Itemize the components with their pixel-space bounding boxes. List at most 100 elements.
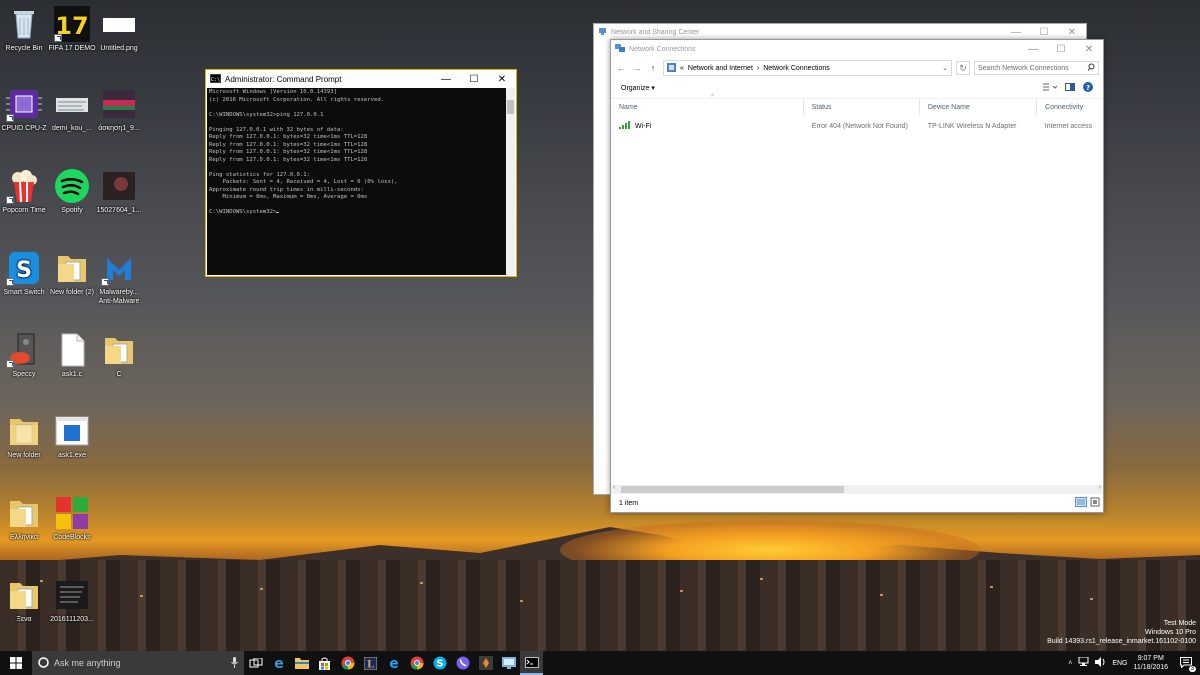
cortana-search-box[interactable]: Ask me anything xyxy=(32,651,244,675)
desktop-icon-askisi1[interactable]: άσκηση1_9... xyxy=(95,86,143,133)
maximize-button[interactable]: ☐ xyxy=(1047,40,1075,58)
breadcrumb-network-and-internet[interactable]: Network and Internet xyxy=(688,65,753,72)
internet-explorer-icon[interactable]: e xyxy=(382,651,405,675)
image-file-icon xyxy=(101,168,137,204)
desktop-icon-ask1-exe[interactable]: ask1.exe xyxy=(48,413,96,460)
desktop-icon-new-folder[interactable]: New folder xyxy=(0,413,48,460)
store-icon[interactable] xyxy=(313,651,336,675)
desktop-icon-ask1-c[interactable]: ask1.c xyxy=(48,332,96,379)
refresh-icon[interactable]: ↻ xyxy=(956,61,970,75)
table-row[interactable]: Wi-Fi Error 404 (Network Not Found) TP-L… xyxy=(611,118,1103,134)
desktop-icon-c-folder[interactable]: C xyxy=(95,332,143,379)
close-button[interactable]: ✕ xyxy=(488,70,516,88)
connection-status: Error 404 (Network Not Found) xyxy=(811,122,908,130)
scrollbar-thumb[interactable] xyxy=(621,486,844,493)
app-launcher-icon[interactable] xyxy=(474,651,497,675)
breadcrumb-separator[interactable]: › xyxy=(757,65,759,72)
desktop-icon-spotify[interactable]: Spotify xyxy=(48,168,96,215)
help-icon[interactable]: ? xyxy=(1083,82,1093,94)
close-button[interactable]: ✕ xyxy=(1058,24,1086,40)
column-header-status[interactable]: Status xyxy=(804,99,920,115)
desktop-icon-demi-kou[interactable]: demi_kou_... xyxy=(48,86,96,133)
league-of-legends-icon[interactable]: L xyxy=(359,651,382,675)
forward-arrow-icon[interactable]: → xyxy=(631,62,643,74)
network-tray-icon[interactable] xyxy=(1078,656,1089,669)
clock[interactable]: 9:07 PM 11/18/2016 xyxy=(1133,654,1168,672)
large-icons-view-icon[interactable] xyxy=(1090,497,1100,509)
scrollbar-thumb[interactable] xyxy=(507,100,514,114)
file-explorer-icon[interactable] xyxy=(290,651,313,675)
folder-icon xyxy=(6,495,42,531)
maximize-button[interactable]: ☐ xyxy=(460,70,488,88)
scroll-left-icon[interactable]: ‹ xyxy=(613,484,615,491)
remote-desktop-icon[interactable] xyxy=(497,651,520,675)
view-options-icon[interactable] xyxy=(1043,83,1058,93)
smart-switch-icon: S xyxy=(6,250,42,286)
task-view-icon[interactable] xyxy=(244,651,267,675)
desktop-icon-ellinika[interactable]: Ελληνικά xyxy=(0,495,48,542)
skype-icon[interactable]: S xyxy=(428,651,451,675)
scroll-right-icon[interactable]: › xyxy=(1099,484,1101,491)
system-tray: ˄ ENG 9:07 PM 11/18/2016 3 xyxy=(1068,651,1200,675)
desktop-icon-cpu-z[interactable]: CPUID CPU-Z xyxy=(0,86,48,133)
cortana-icon xyxy=(38,656,49,670)
preview-pane-icon[interactable] xyxy=(1065,83,1075,93)
address-bar[interactable]: « Network and Internet › Network Connect… xyxy=(663,60,952,76)
desktop-icon-fifa17[interactable]: 17 FIFA 17 DEMO xyxy=(48,6,96,53)
desktop-icon-codeblocks[interactable]: CodeBlocks xyxy=(48,495,96,542)
chrome-icon[interactable] xyxy=(336,651,359,675)
show-hidden-icons-icon[interactable]: ˄ xyxy=(1068,660,1072,667)
microphone-icon[interactable] xyxy=(231,656,244,670)
chrome-icon[interactable] xyxy=(405,651,428,675)
desktop-icon-label: 15027604_1... xyxy=(96,207,142,214)
breadcrumb-prefix[interactable]: « xyxy=(680,65,684,72)
start-button[interactable] xyxy=(0,651,32,675)
edge-icon[interactable]: e xyxy=(267,651,290,675)
details-view-icon[interactable] xyxy=(1075,497,1087,509)
console-output[interactable]: Microsoft Windows [Version 10.0.14393] (c… xyxy=(207,88,506,275)
viber-icon[interactable] xyxy=(451,651,474,675)
organize-menu[interactable]: Organize ▾ xyxy=(621,84,655,92)
desktop-icon-2016111203[interactable]: 2016111203... xyxy=(48,577,96,624)
desktop-icon-label: 2016111203... xyxy=(50,616,94,623)
shortcut-arrow-icon xyxy=(6,196,14,204)
network-connections-window[interactable]: Network Connections — ☐ ✕ ← → ↑ « Networ… xyxy=(610,39,1104,513)
minimize-button[interactable]: — xyxy=(432,70,460,88)
input-language[interactable]: ENG xyxy=(1112,660,1127,667)
desktop-icon-untitled-png[interactable]: Untitled.png xyxy=(95,6,143,53)
desktop-icon-xena[interactable]: Ξενα xyxy=(0,577,48,624)
minimize-button[interactable]: — xyxy=(1019,40,1047,58)
desktop-icon-speccy[interactable]: Speccy xyxy=(0,332,48,379)
test-mode-watermark: Test Mode Windows 10 Pro Build 14393.rs1… xyxy=(1047,619,1196,646)
close-button[interactable]: ✕ xyxy=(1075,40,1103,58)
volume-icon[interactable] xyxy=(1095,657,1106,669)
action-center-icon[interactable]: 3 xyxy=(1174,656,1198,672)
back-arrow-icon[interactable]: ← xyxy=(615,62,627,74)
console-line: Reply from 127.0.0.1: bytes=32 time<1ms … xyxy=(209,149,368,155)
minimize-button[interactable]: — xyxy=(1002,24,1030,40)
desktop-icon-smart-switch[interactable]: S Smart Switch xyxy=(0,250,48,297)
title-bar[interactable]: Network and Sharing Center — ☐ ✕ xyxy=(594,24,1086,40)
column-header-device-name[interactable]: Device Name xyxy=(920,99,1038,115)
column-header-connectivity[interactable]: Connectivity xyxy=(1037,99,1103,115)
desktop-icon-popcorn-time[interactable]: Popcorn Time xyxy=(0,168,48,215)
breadcrumb-network-connections[interactable]: Network Connections xyxy=(763,65,830,72)
horizontal-scrollbar[interactable]: ‹ › xyxy=(611,484,1103,494)
search-input[interactable]: Search Network Connections xyxy=(974,61,1099,75)
maximize-button[interactable]: ☐ xyxy=(1030,24,1058,40)
desktop-icon-recycle-bin[interactable]: Recycle Bin xyxy=(0,6,48,53)
wifi-signal-icon xyxy=(619,121,631,131)
desktop-icon-15027604[interactable]: 15027604_1... xyxy=(95,168,143,215)
column-header-name[interactable]: Name xyxy=(611,99,804,115)
up-arrow-icon[interactable]: ↑ xyxy=(647,62,659,74)
desktop-icon-new-folder-2[interactable]: New folder (2) xyxy=(48,250,96,297)
address-dropdown-icon[interactable]: ⌄ xyxy=(942,64,951,72)
command-prompt-window[interactable]: C:\ Administrator: Command Prompt — ☐ ✕ … xyxy=(205,69,517,277)
vertical-scrollbar[interactable] xyxy=(506,88,515,275)
status-bar: 1 item xyxy=(611,494,1103,512)
command-prompt-taskbar-icon[interactable] xyxy=(520,651,543,675)
title-bar[interactable]: Network Connections — ☐ ✕ xyxy=(611,40,1103,58)
title-bar[interactable]: C:\ Administrator: Command Prompt — ☐ ✕ xyxy=(206,70,516,88)
desktop-icon-malwarebytes[interactable]: Malwareby... Anti-Malware xyxy=(95,250,143,306)
